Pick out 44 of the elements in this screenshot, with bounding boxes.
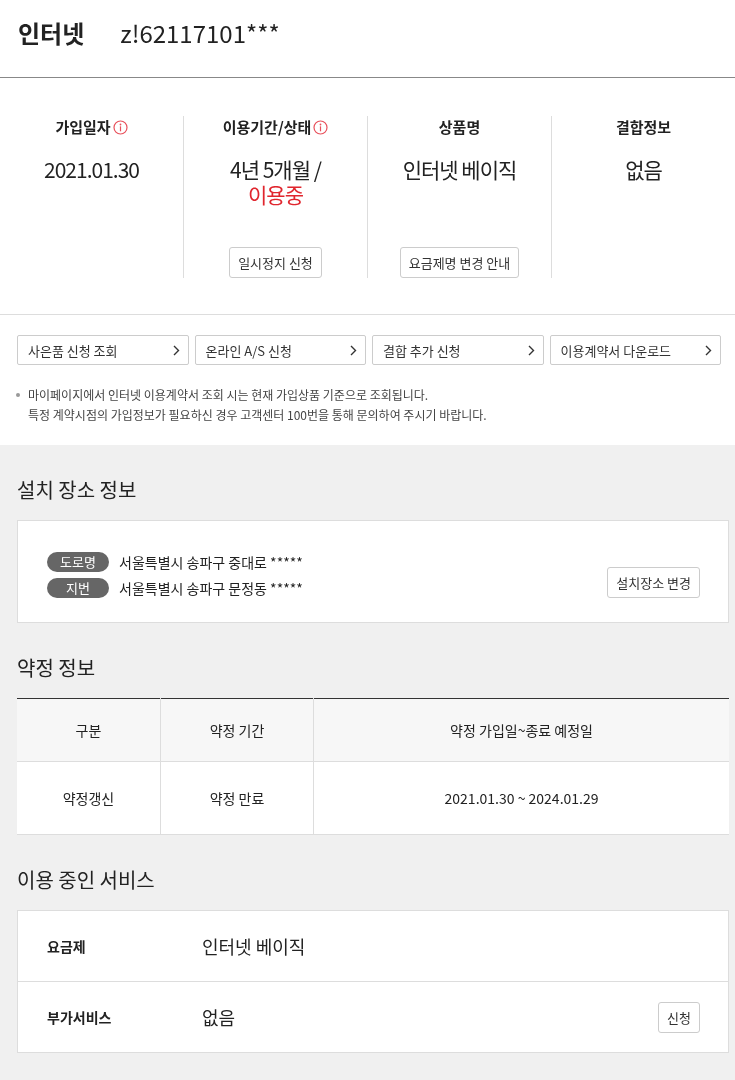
notice-text: 마이페이지에서 인터넷 이용계약서 조회 시는 현재 가입상품 기준으로 조회됩니다. 특정 계약시점의 가입정보가 필요하신 경우 고객센터 100번을 통해 문의하여 주시기 바랍니다. <box>28 385 487 425</box>
section-title: 약정 정보 <box>17 653 96 682</box>
column-header: 약정 가입일~종료 예정일 <box>313 698 729 762</box>
chevron-right-icon <box>172 344 180 356</box>
address-tag: 지번 <box>47 578 109 598</box>
column-header: 구분 <box>17 698 161 762</box>
summary-button[interactable]: 요금제명 변경 안내 <box>399 247 520 278</box>
link-button[interactable]: 사은품 신청 조회 <box>17 335 189 365</box>
service-label: 부가서비스 <box>47 1007 113 1027</box>
summary-label: 결합정보 <box>615 116 672 137</box>
link-button[interactable]: 이용계약서 다운로드 <box>549 335 721 365</box>
summary-value: 없음 <box>625 157 662 182</box>
chevron-right-icon <box>350 344 357 356</box>
apply-button[interactable]: 신청 <box>658 1001 700 1033</box>
chevron-right-icon <box>527 344 535 356</box>
info-icon[interactable] <box>313 120 329 135</box>
table-cell: 약정갱신 <box>17 761 161 835</box>
section-title: 이용 중인 서비스 <box>17 865 155 894</box>
bullet-icon <box>16 393 20 397</box>
summary-label: 이용기간/상태 <box>222 116 312 137</box>
summary-value: 2021.01.30 <box>44 157 139 182</box>
service-value: 없음 <box>202 1004 237 1030</box>
address-tag: 도로명 <box>47 552 109 572</box>
change-location-button[interactable]: 설치장소 변경 <box>607 567 700 598</box>
summary-button[interactable]: 일시정지 신청 <box>229 247 322 278</box>
summary-label: 가입일자 <box>55 116 111 137</box>
summary-label: 상품명 <box>438 116 481 137</box>
table-cell: 2021.01.30 ~ 2024.01.29 <box>313 761 729 835</box>
address-text: 서울특별시 송파구 중대로 ***** <box>119 552 303 572</box>
account-id: z!62117101*** <box>120 15 280 50</box>
section-title: 설치 장소 정보 <box>17 475 137 504</box>
summary-value: 인터넷 베이직 <box>402 157 517 182</box>
page-title: 인터넷 <box>18 15 85 50</box>
summary-value: 이용중 <box>248 182 303 207</box>
link-button[interactable]: 온라인 A/S 신청 <box>194 335 366 365</box>
column-header: 약정 기간 <box>160 698 314 762</box>
address-text: 서울특별시 송파구 문정동 ***** <box>119 578 303 598</box>
service-label: 요금제 <box>47 936 87 956</box>
table-cell: 약정 만료 <box>160 761 314 835</box>
chevron-right-icon <box>705 344 712 356</box>
summary-value: 4년 5개월 / <box>230 157 321 182</box>
link-button[interactable]: 결합 추가 신청 <box>372 335 544 365</box>
info-icon[interactable] <box>112 120 128 135</box>
service-value: 인터넷 베이직 <box>202 933 307 959</box>
